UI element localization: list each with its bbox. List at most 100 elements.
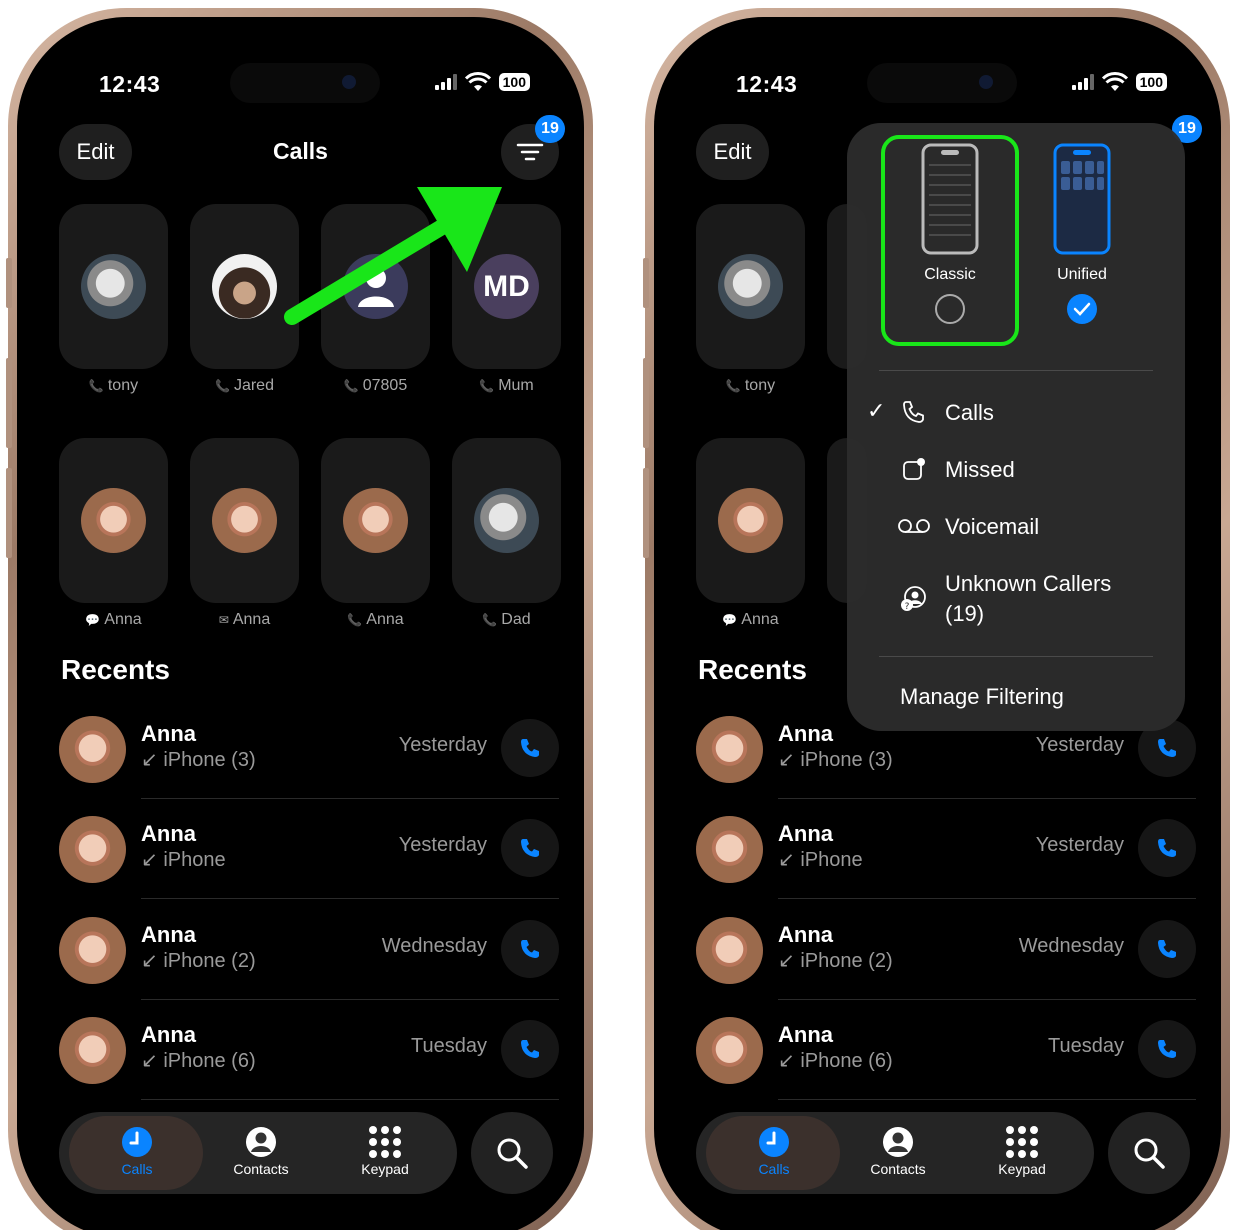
table-row[interactable]: Anna ↙ iPhone (6) Tuesday <box>696 1017 1196 1117</box>
favorite-tile[interactable] <box>59 438 168 603</box>
row-detail: ↙ iPhone <box>141 849 226 871</box>
menu-item-unknown-callers[interactable]: ? Unknown Callers (19) <box>867 569 1165 633</box>
phone-icon <box>1158 940 1176 958</box>
avatar <box>718 488 783 553</box>
call-button[interactable] <box>1138 819 1196 877</box>
table-row[interactable]: Anna ↙ iPhone (6) Tuesday <box>59 1017 559 1117</box>
divider <box>778 1099 1196 1100</box>
row-date: Yesterday <box>398 734 487 756</box>
radio-unselected-icon <box>935 294 965 324</box>
table-row[interactable]: Anna ↙ iPhone (2) Wednesday <box>696 917 1196 1017</box>
call-button[interactable] <box>501 920 559 978</box>
dynamic-island <box>867 63 1017 103</box>
phone-unified-icon <box>1053 143 1111 255</box>
table-row[interactable]: Anna ↙ iPhone (2) Wednesday <box>59 917 559 1017</box>
row-detail: ↙ iPhone (3) <box>141 749 256 771</box>
unified-view-option[interactable]: Unified <box>1014 143 1150 324</box>
page-title: Calls <box>273 138 328 164</box>
manage-filtering-button[interactable]: Manage Filtering <box>900 684 1165 716</box>
menu-item-voicemail[interactable]: Voicemail <box>867 512 1165 544</box>
phone-icon <box>521 739 539 757</box>
missed-icon <box>903 458 925 480</box>
favorite-tile[interactable] <box>452 438 561 603</box>
row-name: Anna <box>141 922 196 947</box>
tab-keypad[interactable]: Keypad <box>962 1126 1082 1177</box>
table-row[interactable]: Anna ↙ iPhone Yesterday <box>696 816 1196 916</box>
checkmark-icon: ✓ <box>867 398 886 423</box>
status-time: 12:43 <box>99 71 161 97</box>
menu-item-missed[interactable]: Missed <box>867 455 1165 487</box>
favorite-tile[interactable] <box>190 438 299 603</box>
tab-calls[interactable]: Calls <box>714 1126 834 1177</box>
tab-keypad[interactable]: Keypad <box>325 1126 445 1177</box>
divider <box>141 1099 559 1100</box>
table-row[interactable]: Anna ↙ iPhone (3) Yesterday <box>696 716 1196 816</box>
menu-item-calls[interactable]: ✓ Calls <box>867 398 1165 430</box>
favorite-tile[interactable] <box>321 438 430 603</box>
mail-icon: ✉ <box>218 613 229 627</box>
row-name: Anna <box>141 821 196 846</box>
notification-badge: 19 <box>535 115 565 143</box>
tab-bar: Calls Contacts Keypad <box>696 1112 1094 1194</box>
favorite-label: 💬 Anna <box>85 611 142 628</box>
phone-left: 12:43 100 Edit Calls 19 MD 📞 tony 📞 Jared … <box>6 8 593 1230</box>
row-detail: ↙ iPhone (6) <box>141 1050 256 1072</box>
row-name: Anna <box>778 922 833 947</box>
favorite-tile[interactable] <box>696 438 805 603</box>
incoming-arrow-icon: ↙ <box>778 1050 801 1072</box>
edit-button[interactable]: Edit <box>696 124 769 180</box>
call-button[interactable] <box>1138 920 1196 978</box>
classic-label: Classic <box>924 266 976 283</box>
divider <box>778 999 1196 1000</box>
search-icon <box>497 1138 528 1169</box>
call-button[interactable] <box>1138 1020 1196 1078</box>
phone-right: 12:43 100 Edit 19 📞 tony 💬 Anna Recents An… <box>643 8 1230 1230</box>
tab-bar: Calls Contacts Keypad <box>59 1112 457 1194</box>
tab-contacts[interactable]: Contacts <box>838 1126 958 1177</box>
row-detail: ↙ iPhone <box>778 849 863 871</box>
call-button[interactable] <box>501 719 559 777</box>
incoming-arrow-icon: ↙ <box>778 749 801 771</box>
avatar <box>212 488 277 553</box>
message-icon: 💬 <box>85 613 101 627</box>
table-row[interactable]: Anna ↙ iPhone Yesterday <box>59 816 559 916</box>
clock-icon <box>759 1127 789 1157</box>
filter-lines-icon <box>516 143 544 161</box>
status-time: 12:43 <box>736 71 798 97</box>
row-name: Anna <box>141 721 196 746</box>
filter-menu: Classic Unified ✓ Calls Missed Voicemail <box>847 123 1185 731</box>
keypad-icon <box>1006 1126 1038 1158</box>
favorite-label: 📞 Mum <box>479 377 534 394</box>
classic-view-option[interactable]: Classic <box>882 143 1018 324</box>
incoming-arrow-icon: ↙ <box>141 749 164 771</box>
search-button[interactable] <box>471 1112 553 1194</box>
avatar <box>696 716 763 783</box>
phone-icon <box>521 1040 539 1058</box>
signal-icon <box>434 74 457 90</box>
row-detail: ↙ iPhone (3) <box>778 749 893 771</box>
wifi-icon <box>464 72 491 91</box>
unknown-callers-icon: ? <box>901 586 926 612</box>
table-row[interactable]: Anna ↙ iPhone (3) Yesterday <box>59 716 559 816</box>
row-date: Tuesday <box>411 1035 487 1057</box>
favorite-label: 💬 Anna <box>722 611 779 628</box>
call-button[interactable] <box>501 1020 559 1078</box>
search-button[interactable] <box>1108 1112 1190 1194</box>
search-icon <box>1134 1138 1165 1169</box>
favorite-tile[interactable] <box>59 204 168 369</box>
phone-icon <box>521 940 539 958</box>
tab-contacts[interactable]: Contacts <box>201 1126 321 1177</box>
favorite-label: 📞 Anna <box>347 611 404 628</box>
tab-calls[interactable]: Calls <box>77 1126 197 1177</box>
favorite-label: 📞 tony <box>88 377 139 394</box>
phone-classic-icon <box>921 143 979 255</box>
call-button[interactable] <box>501 819 559 877</box>
avatar <box>474 488 539 553</box>
contacts-icon <box>246 1127 276 1157</box>
wifi-icon <box>1101 72 1128 91</box>
phone-icon <box>1158 1040 1176 1058</box>
screen: 12:43 100 Edit 19 📞 tony 💬 Anna Recents An… <box>654 17 1221 1230</box>
signal-icon <box>1071 74 1094 90</box>
favorite-tile[interactable] <box>696 204 805 369</box>
row-date: Yesterday <box>1035 734 1124 756</box>
